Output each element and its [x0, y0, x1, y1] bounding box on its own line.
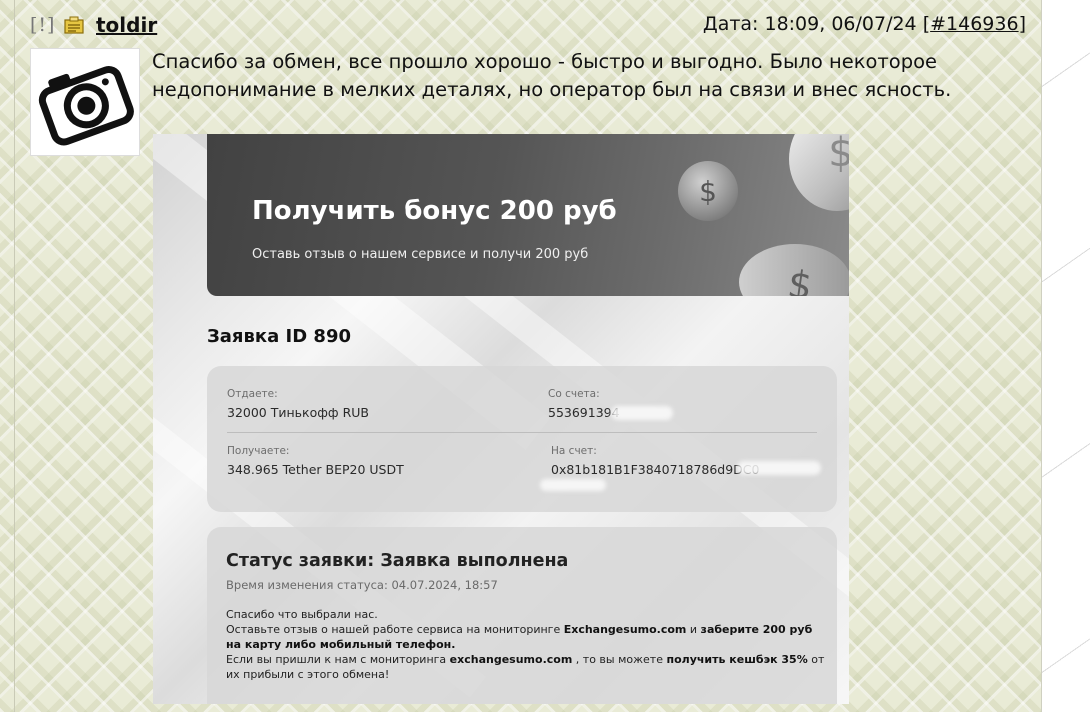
order-status-card: Статус заявки: Заявка выполнена Время из… — [207, 527, 837, 704]
post-link-bracket-close: ] — [1018, 13, 1026, 35]
redaction-blur — [737, 461, 821, 475]
status-title: Статус заявки: Заявка выполнена — [226, 551, 568, 571]
review-text: Оставьте отзыв о нашей работе сервиса на… — [226, 622, 826, 652]
right-decorative-strip — [1041, 0, 1090, 712]
from-account-value: 553691394 — [548, 405, 620, 420]
give-value: 32000 Тинькофф RUB — [227, 405, 369, 420]
to-account-field: На счет: 0x81b181B1F3840718786d9DC0 — [551, 445, 760, 477]
bonus-subtitle: Оставь отзыв о нашем сервисе и получи 20… — [252, 247, 589, 262]
post-date: Дата: 18:09, 06/07/24 [#146936] — [703, 13, 1026, 35]
cashback-mid: , то вы можете — [575, 653, 663, 666]
bonus-title: Получить бонус 200 руб — [252, 196, 617, 226]
camera-icon — [38, 66, 134, 146]
post-header: [!] toldir Дата: 18:09, 06/07/24 [#14693… — [30, 12, 1026, 40]
redaction-blur — [611, 406, 673, 420]
cashback-text: Если вы пришли к нам с мониторинга excha… — [226, 652, 826, 682]
dollar-coin-icon: $ — [678, 161, 738, 221]
order-details-card: Отдаете: 32000 Тинькофф RUB Со счета: 55… — [207, 366, 837, 512]
attached-screenshot[interactable]: $ $ $ Получить бонус 200 руб Оставь отзы… — [153, 134, 849, 704]
give-label: Отдаете: — [227, 388, 278, 400]
svg-text:$: $ — [785, 262, 815, 296]
post-message: Спасибо за обмен, все прошло хорошо - бы… — [152, 48, 1032, 104]
from-account-field: Со счета: 553691394 — [548, 388, 620, 420]
post-link-bracket-open: [ — [922, 13, 931, 35]
dollar-coin-icon: $ — [739, 244, 849, 296]
post-number-link[interactable]: #146936 — [930, 13, 1018, 35]
svg-text:$: $ — [828, 134, 849, 176]
thanks-text: Спасибо что выбрали нас. — [226, 608, 378, 621]
cashback-prefix: Если вы пришли к нам с мониторинга — [226, 653, 447, 666]
give-field: Отдаете: 32000 Тинькофф RUB — [227, 388, 369, 420]
envelope-icon — [64, 16, 84, 34]
redaction-blur — [540, 479, 606, 491]
to-account-value: 0x81b181B1F3840718786d9DC0 — [551, 462, 760, 477]
username-link[interactable]: toldir — [96, 13, 157, 37]
date-label: Дата: 18:09, 06/07/24 — [702, 13, 917, 35]
review-prefix: Оставьте отзыв о нашей работе сервиса на… — [226, 623, 561, 636]
message-line: недопонимание в мелких деталях, но опера… — [152, 78, 952, 101]
cashback-site-link[interactable]: exchangesumo.com — [450, 653, 573, 666]
cashback-bold: получить кешбэк 35% — [666, 653, 808, 666]
status-time: Время изменения статуса: 04.07.2024, 18:… — [226, 578, 498, 592]
receive-label: Получаете: — [227, 445, 290, 457]
status-value: Заявка выполнена — [380, 551, 569, 571]
receive-value: 348.965 Tether BEP20 USDT — [227, 462, 404, 477]
review-site-link[interactable]: Exchangesumo.com — [564, 623, 687, 636]
dollar-coin-icon: $ — [789, 134, 849, 211]
left-border — [14, 0, 15, 712]
report-flag[interactable]: [!] — [30, 14, 55, 36]
receive-field: Получаете: 348.965 Tether BEP20 USDT — [227, 445, 404, 477]
status-message: Спасибо что выбрали нас. Оставьте отзыв … — [226, 607, 826, 682]
to-account-label: На счет: — [551, 445, 597, 457]
bonus-banner[interactable]: $ $ $ Получить бонус 200 руб Оставь отзы… — [207, 134, 849, 296]
from-account-label: Со счета: — [548, 388, 600, 400]
divider — [227, 432, 817, 433]
status-label: Статус заявки: — [226, 551, 375, 571]
message-line: Спасибо за обмен, все прошло хорошо - бы… — [152, 50, 937, 73]
svg-text:$: $ — [699, 175, 717, 208]
order-title: Заявка ID 890 — [207, 326, 351, 347]
avatar[interactable] — [30, 48, 140, 156]
review-and: и — [689, 623, 698, 636]
